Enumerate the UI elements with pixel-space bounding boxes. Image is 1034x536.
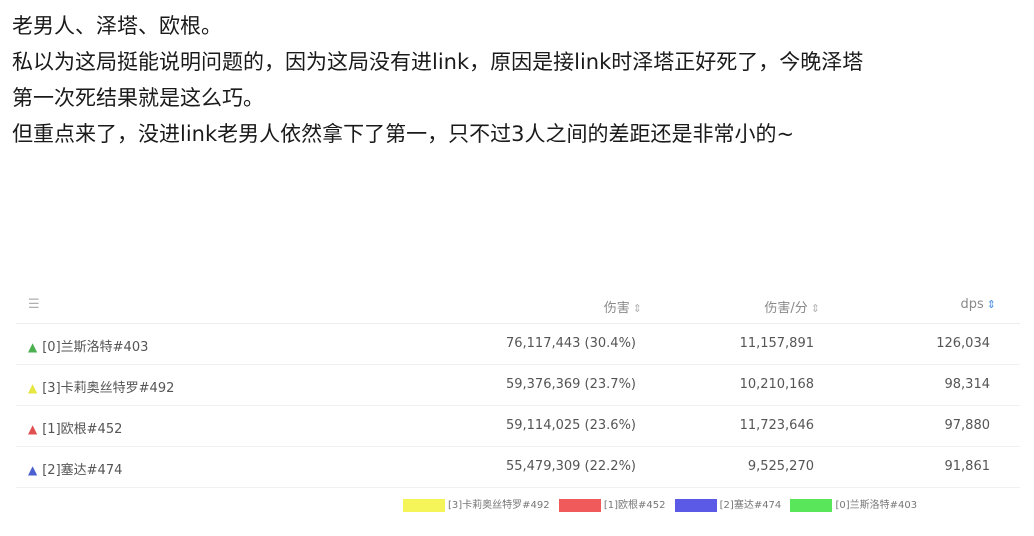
dps-header-label: dps (960, 297, 984, 312)
table-header: ☰ 伤害 ⇕ 伤害/分 ⇕ dps ⇕ (16, 287, 1020, 324)
dpm-column-header[interactable]: 伤害/分 ⇕ (764, 297, 820, 316)
damage-header-label: 伤害 (603, 301, 630, 316)
person-icon: ▲ (28, 381, 38, 395)
player-name-cell: ▲ [0]兰斯洛特#403 (28, 336, 148, 355)
post-line: 老男人、泽塔、欧根。 (12, 14, 222, 38)
sort-active-icon: ⇕ (986, 298, 996, 311)
player-name: [1]欧根#452 (42, 422, 123, 437)
table-row: ▲ [0]兰斯洛特#403 76,117,443 (30.4%) 11,157,8… (16, 324, 1020, 365)
damage-cell: 59,376,369 (23.7%) (505, 377, 636, 392)
filter-icon[interactable]: ☰ (28, 297, 40, 312)
legend-swatch (558, 498, 601, 512)
dps-cell: 98,314 (944, 377, 991, 392)
player-name: [2]塞达#474 (42, 463, 123, 478)
dpm-cell: 11,157,891 (739, 336, 814, 351)
post-body: 老男人、泽塔、欧根。 私以为这局挺能说明问题的，因为这局没有进link，原因是接… (12, 8, 1024, 152)
dps-cell: 126,034 (936, 336, 990, 351)
damage-cell: 55,479,309 (22.2%) (505, 459, 636, 474)
dps-cell: 91,861 (944, 459, 991, 474)
legend-item[interactable]: [0]兰斯洛特#403 (790, 496, 917, 512)
legend-swatch (790, 498, 833, 512)
legend-label: [3]卡莉奥丝特罗#492 (448, 500, 550, 511)
person-icon: ▲ (28, 340, 38, 354)
dpm-cell: 11,723,646 (739, 418, 814, 433)
chart-legend: [3]卡莉奥丝特罗#492 [1]欧根#452 [2]塞达#474 [0]兰斯洛… (403, 496, 923, 512)
post-line: 私以为这局挺能说明问题的，因为这局没有进link，原因是接link时泽塔正好死了… (12, 50, 864, 74)
post-line: 但重点来了，没进link老男人依然拿下了第一，只不过3人之间的差距还是非常小的~ (12, 122, 795, 146)
player-name: [3]卡莉奥丝特罗#492 (42, 381, 175, 396)
dpm-cell: 10,210,168 (739, 377, 814, 392)
table-row: ▲ [3]卡莉奥丝特罗#492 59,376,369 (23.7%) 10,210… (16, 365, 1020, 406)
legend-swatch (403, 498, 445, 512)
table-row: ▲ [2]塞达#474 55,479,309 (22.2%) 9,525,270 … (16, 447, 1020, 488)
legend-item[interactable]: [2]塞达#474 (674, 496, 782, 512)
dpm-cell: 9,525,270 (747, 459, 814, 474)
sort-icon: ⇕ (632, 302, 642, 315)
player-name-cell: ▲ [3]卡莉奥丝特罗#492 (28, 377, 174, 396)
person-icon: ▲ (28, 463, 38, 477)
damage-cell: 59,114,025 (23.6%) (505, 418, 636, 433)
legend-item[interactable]: [1]欧根#452 (558, 496, 666, 512)
dps-cell: 97,880 (944, 418, 991, 433)
legend-label: [0]兰斯洛特#403 (835, 500, 918, 511)
dpm-header-label: 伤害/分 (764, 301, 808, 316)
post-line: 第一次死结果就是这么巧。 (12, 86, 264, 110)
damage-column-header[interactable]: 伤害 ⇕ (604, 297, 642, 316)
legend-label: [1]欧根#452 (603, 500, 666, 511)
table-row: ▲ [1]欧根#452 59,114,025 (23.6%) 11,723,646… (16, 406, 1020, 447)
player-name-cell: ▲ [2]塞达#474 (28, 459, 122, 478)
player-name-cell: ▲ [1]欧根#452 (28, 418, 122, 437)
legend-item[interactable]: [3]卡莉奥丝特罗#492 (403, 496, 550, 512)
sort-icon: ⇕ (810, 302, 820, 315)
player-name: [0]兰斯洛特#403 (42, 340, 149, 355)
dps-column-header[interactable]: dps ⇕ (961, 297, 997, 312)
legend-swatch (674, 498, 717, 512)
legend-label: [2]塞达#474 (719, 500, 782, 511)
damage-table-screenshot: ☰ 伤害 ⇕ 伤害/分 ⇕ dps ⇕ ▲ [0]兰斯洛特#403 76,117,443… (16, 287, 1020, 527)
person-icon: ▲ (28, 422, 38, 436)
damage-cell: 76,117,443 (30.4%) (505, 336, 636, 351)
